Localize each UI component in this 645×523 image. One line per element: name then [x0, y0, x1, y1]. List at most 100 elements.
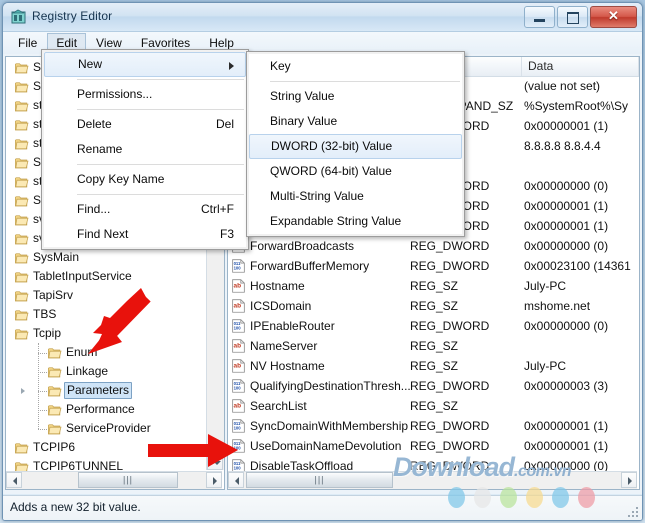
- folder-icon: [15, 214, 29, 226]
- tree-item-enum[interactable]: Enum: [6, 343, 207, 362]
- value-row[interactable]: 011100ForwardBroadcastsREG_DWORD0x000000…: [228, 236, 639, 256]
- value-data: July-PC: [524, 277, 566, 295]
- menu-item-rename[interactable]: Rename: [44, 137, 246, 162]
- tree-scroll-left-button[interactable]: [6, 472, 22, 488]
- value-hscroll-thumb[interactable]: |||: [246, 472, 393, 488]
- value-row[interactable]: 011100IPEnableRouterREG_DWORD0x00000000 …: [228, 316, 639, 336]
- minimize-button[interactable]: [524, 6, 555, 28]
- dword-value-icon: 011100: [232, 439, 245, 453]
- value-name: IPEnableRouter: [250, 317, 335, 335]
- menu-item-qword-64-bit-value[interactable]: QWORD (64-bit) Value: [249, 159, 462, 184]
- column-header-data[interactable]: Data: [522, 57, 639, 76]
- string-value-icon: ab: [232, 399, 245, 413]
- tree-guide-line: [38, 429, 47, 430]
- value-data: 0x00000000 (0): [524, 177, 608, 195]
- folder-icon: [48, 347, 62, 359]
- folder-icon: [15, 289, 29, 301]
- value-type: REG_DWORD: [410, 317, 489, 335]
- close-icon: ✕: [591, 7, 636, 27]
- menu-item-expandable-string-value[interactable]: Expandable String Value: [249, 209, 462, 234]
- new-submenu[interactable]: Key String ValueBinary ValueDWORD (32-bit…: [246, 51, 465, 237]
- value-row[interactable]: abSearchListREG_SZ: [228, 396, 639, 416]
- folder-icon: [15, 81, 29, 93]
- value-row[interactable]: 011100SyncDomainWithMembershipREG_DWORD0…: [228, 416, 639, 436]
- folder-icon: [15, 290, 29, 302]
- string-value-icon: ab: [232, 279, 245, 293]
- menu-item-binary-value[interactable]: Binary Value: [249, 109, 462, 134]
- menu-item-copy-key-name[interactable]: Copy Key Name: [44, 167, 246, 192]
- value-row[interactable]: 011100ForwardBufferMemoryREG_DWORD0x0002…: [228, 256, 639, 276]
- value-scroll-left-button[interactable]: [228, 472, 244, 488]
- string-value-icon: ab: [232, 359, 245, 373]
- menu-item-string-value[interactable]: String Value: [249, 84, 462, 109]
- tree-item-parameters[interactable]: Parameters: [6, 381, 207, 400]
- tree-item-tbs[interactable]: TBS: [6, 305, 207, 324]
- menu-separator: [77, 109, 244, 110]
- close-button[interactable]: ✕: [590, 6, 637, 28]
- tree-expander-icon[interactable]: [21, 388, 25, 394]
- tree-scroll-down-button[interactable]: [207, 454, 223, 470]
- folder-icon: [15, 308, 29, 320]
- folder-icon: [15, 328, 29, 340]
- tree-item-sysmain[interactable]: SysMain: [6, 248, 207, 267]
- value-data: 0x00000000 (0): [524, 317, 608, 335]
- folder-icon: [48, 403, 62, 415]
- svg-text:100: 100: [234, 426, 242, 431]
- screenshot-root: Registry Editor ✕ FileEditViewFavoritesH…: [0, 0, 645, 523]
- tree-item-tcpip6[interactable]: TCPIP6: [6, 438, 207, 457]
- value-scroll-right-button[interactable]: [621, 472, 637, 488]
- edit-menu[interactable]: New Permissions... DeleteDel Rename Copy Key…: [41, 49, 249, 250]
- value-row[interactable]: abNameServerREG_SZ: [228, 336, 639, 356]
- svg-text:100: 100: [234, 466, 242, 471]
- string-value-icon: ab: [232, 339, 245, 353]
- tree-horizontal-scrollbar[interactable]: |||: [6, 471, 222, 489]
- value-row[interactable]: abHostnameREG_SZJuly-PC: [228, 276, 639, 296]
- value-type: REG_DWORD: [410, 417, 489, 435]
- tree-item-label: Enum: [66, 344, 97, 361]
- menu-item-label: Key: [270, 59, 291, 73]
- folder-icon: [48, 385, 62, 397]
- tree-item-serviceprovider[interactable]: ServiceProvider: [6, 419, 207, 438]
- resize-grip-icon[interactable]: [627, 506, 639, 518]
- tree-item-tapisrv[interactable]: TapiSrv: [6, 286, 207, 305]
- title-bar[interactable]: Registry Editor ✕: [3, 3, 642, 32]
- dword-value-icon: 011100: [232, 439, 245, 453]
- maximize-button[interactable]: [557, 6, 588, 28]
- menu-item-find[interactable]: Find...Ctrl+F: [44, 197, 246, 222]
- svg-text:100: 100: [234, 326, 242, 331]
- menu-item-delete[interactable]: DeleteDel: [44, 112, 246, 137]
- status-text: Adds a new 32 bit value.: [10, 500, 141, 514]
- folder-icon: [15, 327, 29, 339]
- menu-item-key[interactable]: Key: [249, 54, 462, 79]
- menu-item-label: Rename: [77, 142, 122, 156]
- value-row[interactable]: abNV HostnameREG_SZJuly-PC: [228, 356, 639, 376]
- value-data: 0x00023100 (14361: [524, 257, 631, 275]
- tree-item-tcpip[interactable]: Tcpip: [6, 324, 207, 343]
- menu-item-dword-32-bit-value[interactable]: DWORD (32-bit) Value: [249, 134, 462, 159]
- value-horizontal-scrollbar[interactable]: |||: [228, 471, 637, 489]
- dword-value-icon: 011100: [232, 259, 245, 273]
- tree-item-tabletinputservice[interactable]: TabletInputService: [6, 267, 207, 286]
- tree-item-linkage[interactable]: Linkage: [6, 362, 207, 381]
- folder-icon: [15, 118, 29, 130]
- tree-item-performance[interactable]: Performance: [6, 400, 207, 419]
- value-row[interactable]: 011100UseDomainNameDevolutionREG_DWORD0x…: [228, 436, 639, 456]
- tree-scroll-right-button[interactable]: [206, 472, 222, 488]
- menu-separator: [77, 194, 244, 195]
- menu-item-multi-string-value[interactable]: Multi-String Value: [249, 184, 462, 209]
- value-row[interactable]: abICSDomainREG_SZmshome.net: [228, 296, 639, 316]
- tree-item-label: TBS: [33, 306, 56, 323]
- folder-icon: [15, 309, 29, 321]
- value-row[interactable]: 011100QualifyingDestinationThresh...REG_…: [228, 376, 639, 396]
- folder-icon: [15, 100, 29, 112]
- tree-item-label: SysMain: [33, 249, 79, 266]
- menu-separator: [77, 79, 244, 80]
- tree-hscroll-thumb[interactable]: |||: [78, 472, 178, 488]
- menu-item-shortcut: Del: [216, 112, 234, 137]
- menu-item-find-next[interactable]: Find NextF3: [44, 222, 246, 247]
- menu-item-permissions[interactable]: Permissions...: [44, 82, 246, 107]
- dword-value-icon: 011100: [232, 419, 245, 433]
- folder-icon: [48, 366, 62, 378]
- menu-item-new[interactable]: New: [44, 52, 246, 77]
- tree-item-label: ServiceProvider: [66, 420, 151, 437]
